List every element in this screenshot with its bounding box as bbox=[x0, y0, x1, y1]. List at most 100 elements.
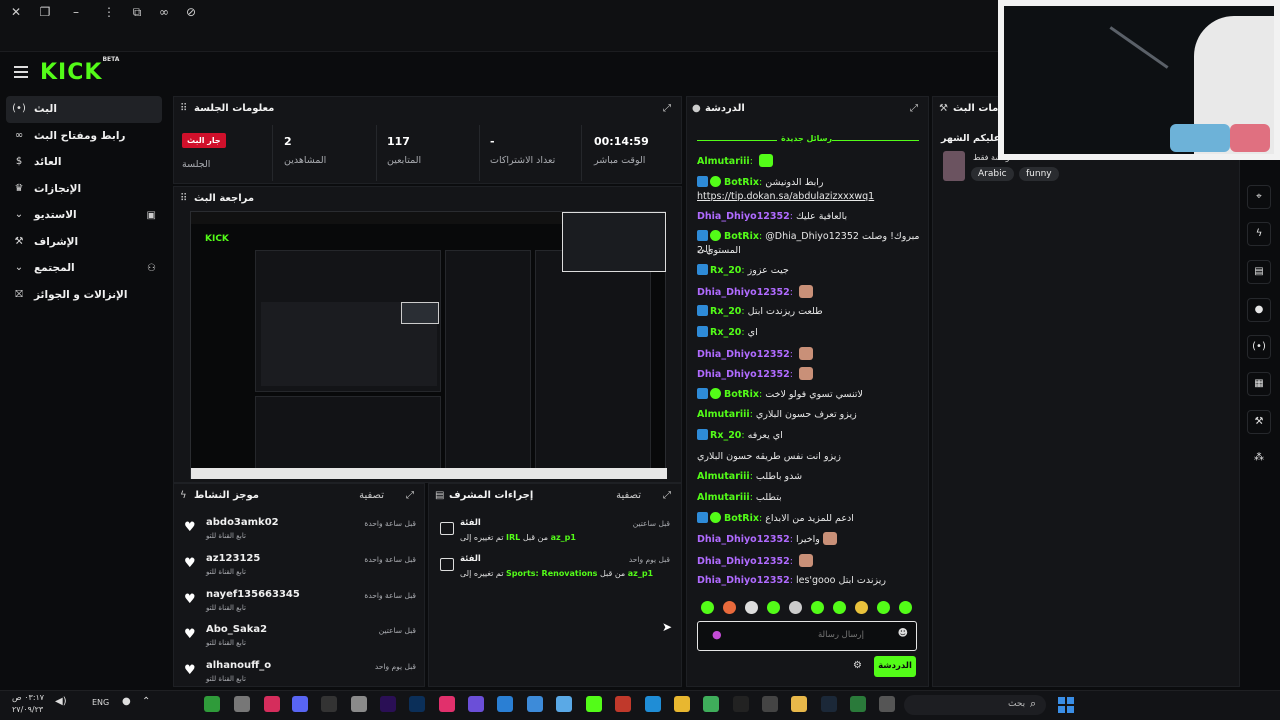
list-item[interactable]: ♥ Abo_Saka2 تابع القناة للتو قبل ساعتين bbox=[180, 622, 418, 658]
extension-icon[interactable]: ⧉ bbox=[127, 4, 147, 20]
hide-icon[interactable]: ⊘ bbox=[181, 4, 201, 20]
emoji-icon[interactable]: ☻ bbox=[898, 628, 908, 639]
minimize-icon[interactable]: – bbox=[66, 4, 86, 20]
chat-message[interactable]: Dhia_Dhiyo12352: les'gooo ريزندت ابتل bbox=[697, 574, 922, 587]
list-item[interactable]: ♥ alhanouff_o تابع القناة للتو قبل يوم و… bbox=[180, 658, 418, 688]
app-icon-red[interactable] bbox=[264, 696, 280, 712]
chat-message[interactable]: Dhia_Dhiyo12352: واخيرا bbox=[697, 532, 922, 546]
chat-username[interactable]: Dhia_Dhiyo12352 bbox=[697, 349, 790, 360]
chat-message[interactable]: المستوى 2 bbox=[697, 244, 922, 257]
drag-handle-icon[interactable]: ⠿ bbox=[180, 193, 187, 204]
chat-message[interactable]: Almutariii: شدو باطلب bbox=[697, 470, 922, 483]
app-icon-green3[interactable] bbox=[850, 696, 866, 712]
chat-username[interactable]: Dhia_Dhiyo12352 bbox=[697, 556, 790, 567]
cloud-icon[interactable] bbox=[556, 696, 572, 712]
expand-icon[interactable]: ⤢ bbox=[910, 103, 918, 114]
edge-icon[interactable] bbox=[645, 696, 661, 712]
chat-message[interactable]: Dhia_Dhiyo12352: bbox=[697, 367, 922, 381]
chat-username[interactable]: Rx_20 bbox=[710, 265, 741, 276]
chat-username[interactable]: Almutariii bbox=[697, 409, 750, 420]
more-icon[interactable]: ⋮ bbox=[99, 4, 119, 20]
sidebar-item-community[interactable]: ⌄ المجتمع ⚇ bbox=[6, 255, 162, 282]
restore-icon[interactable]: ❐ bbox=[35, 4, 55, 20]
expand-icon[interactable]: ⤢ bbox=[406, 490, 414, 501]
list-item[interactable]: ♥ nayef135663345 تابع القناة للتو قبل سا… bbox=[180, 587, 418, 623]
emote-icon[interactable] bbox=[745, 601, 758, 614]
sidebar-item-stream[interactable]: (•) البث bbox=[6, 96, 162, 123]
app-icon-blue[interactable] bbox=[497, 696, 513, 712]
tag-funny[interactable]: funny bbox=[1019, 167, 1059, 181]
app-icon-gear[interactable] bbox=[234, 696, 250, 712]
emote-icon[interactable] bbox=[877, 601, 890, 614]
chat-username[interactable]: Almutariii bbox=[697, 471, 750, 482]
gear-icon[interactable]: ⚙ bbox=[853, 660, 862, 671]
layout-icon[interactable]: ▦ bbox=[1247, 372, 1271, 396]
chat-username[interactable]: BotRix bbox=[724, 513, 759, 524]
app-icon-dark[interactable] bbox=[321, 696, 337, 712]
mic-icon[interactable]: ● bbox=[712, 628, 722, 641]
emote-icon[interactable] bbox=[811, 601, 824, 614]
taskbar-language[interactable]: ENG bbox=[92, 698, 109, 707]
chat-username[interactable]: Almutariii bbox=[697, 156, 750, 167]
chat-username[interactable]: BotRix bbox=[724, 389, 759, 400]
drag-handle-icon[interactable]: ⠿ bbox=[180, 103, 187, 114]
stream-preview-video[interactable]: KICK bbox=[190, 211, 667, 479]
steam-icon[interactable] bbox=[821, 696, 837, 712]
emote-icon[interactable] bbox=[789, 601, 802, 614]
chat-input[interactable]: ● إرسال رسالة ☻ bbox=[697, 621, 917, 651]
app-icon-red2[interactable] bbox=[615, 696, 631, 712]
chat-message[interactable]: زيزو انت نفس طريقه حسون البلاري bbox=[697, 450, 922, 463]
chat-username[interactable]: Almutariii bbox=[697, 492, 750, 503]
sidebar-item-revenue[interactable]: $ العائد bbox=[6, 149, 162, 176]
sidebar-item-studio[interactable]: ⌄ الاستديو ▣ bbox=[6, 202, 162, 229]
kick-icon[interactable] bbox=[586, 696, 602, 712]
wrench-icon[interactable]: ⚒ bbox=[1247, 410, 1271, 434]
link-icon[interactable]: ∞ bbox=[154, 4, 174, 20]
sidebar-item-achievements[interactable]: ♛ الإنجازات bbox=[6, 176, 162, 203]
kick-logo[interactable]: KICKBETA bbox=[40, 56, 119, 85]
chrome-icon[interactable] bbox=[674, 696, 690, 712]
sidebar-item-drops[interactable]: ⛝ الإنزالات و الجوائز bbox=[6, 282, 162, 309]
emote-icon[interactable] bbox=[723, 601, 736, 614]
chat-icon[interactable]: ● bbox=[1247, 298, 1271, 322]
chat-message[interactable]: Rx_20: اي يعرفه bbox=[697, 429, 922, 442]
chat-username[interactable]: BotRix bbox=[724, 177, 759, 188]
folder-icon[interactable] bbox=[791, 696, 807, 712]
app-icon-x[interactable] bbox=[762, 696, 778, 712]
instagram-icon[interactable] bbox=[439, 696, 455, 712]
chat-username[interactable]: BotRix bbox=[724, 231, 759, 242]
sidebar-item-stream-key[interactable]: ∞ رابط ومفتاح البث bbox=[6, 123, 162, 150]
chat-username[interactable]: Dhia_Dhiyo12352 bbox=[697, 575, 790, 586]
chat-message[interactable]: BotRix: رابط الدونيشن bbox=[697, 176, 922, 189]
document-icon[interactable]: ▤ bbox=[1247, 260, 1271, 284]
photoshop-icon[interactable] bbox=[409, 696, 425, 712]
expand-icon[interactable]: ⤢ bbox=[663, 103, 671, 114]
capcut-icon[interactable] bbox=[733, 696, 749, 712]
chat-username[interactable]: Rx_20 bbox=[710, 327, 741, 338]
mic-icon[interactable]: ● bbox=[122, 696, 131, 707]
chat-message[interactable]: Dhia_Dhiyo12352: بالعافية عليك bbox=[697, 210, 922, 223]
app-icon-purple[interactable] bbox=[468, 696, 484, 712]
chat-message[interactable]: Almutariii: زيزو تعرف حسون البلاري bbox=[697, 408, 922, 421]
app-icon-green2[interactable] bbox=[703, 696, 719, 712]
app-icon-green[interactable] bbox=[204, 696, 220, 712]
sidebar-item-moderation[interactable]: ⚒ الإشراف bbox=[6, 229, 162, 256]
emote-icon[interactable] bbox=[899, 601, 912, 614]
chat-username[interactable]: Dhia_Dhiyo12352 bbox=[697, 287, 790, 298]
volume-icon[interactable]: ◀) bbox=[55, 696, 67, 707]
chat-username[interactable]: Dhia_Dhiyo12352 bbox=[697, 211, 790, 222]
music-icon[interactable] bbox=[351, 696, 367, 712]
chat-message[interactable]: Almutariii: بتطلب bbox=[697, 491, 922, 504]
chat-message[interactable]: Rx_20: جيت عزوز bbox=[697, 264, 922, 277]
chat-username[interactable]: Rx_20 bbox=[710, 430, 741, 441]
taskbar-search[interactable]: بحث ⌕ bbox=[904, 695, 1046, 715]
chat-username[interactable]: Rx_20 bbox=[710, 306, 741, 317]
expand-icon[interactable]: ⤢ bbox=[663, 490, 671, 501]
app-icon-grey[interactable] bbox=[879, 696, 895, 712]
premiere-icon[interactable] bbox=[380, 696, 396, 712]
live-icon[interactable]: (•) bbox=[1247, 335, 1271, 359]
app-icon-blue2[interactable] bbox=[527, 696, 543, 712]
chat-message[interactable]: Rx_20: طلعت ريزندت ابتل bbox=[697, 305, 922, 318]
list-item[interactable]: الفئة تم تغييره إلى IRL من قبل az_p1 قبل… bbox=[436, 518, 672, 550]
windows-start-icon[interactable] bbox=[1058, 697, 1074, 713]
